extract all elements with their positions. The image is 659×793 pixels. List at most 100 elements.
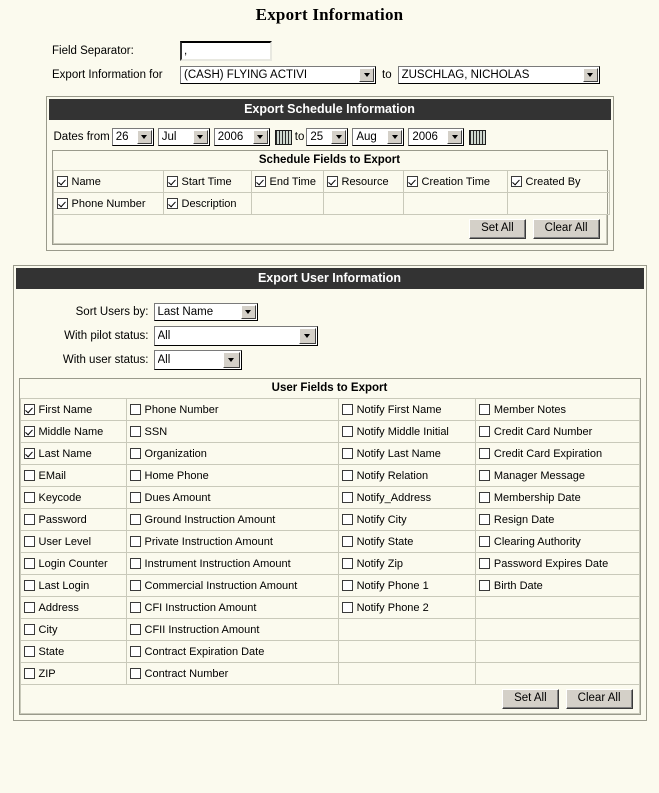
field-checkbox[interactable] [478, 470, 490, 481]
field-cell[interactable]: Notify Phone 1 [337, 574, 476, 597]
field-cell[interactable]: Contract Number [125, 662, 339, 685]
field-cell[interactable]: Notify Phone 2 [337, 596, 476, 619]
field-cell[interactable]: Notify Relation [337, 464, 476, 487]
schedule-clear-all-button[interactable]: Clear All [532, 219, 600, 239]
field-checkbox[interactable] [478, 536, 490, 547]
field-checkbox[interactable] [129, 426, 141, 437]
field-checkbox[interactable] [129, 602, 141, 613]
field-checkbox[interactable] [23, 602, 35, 613]
field-checkbox[interactable] [478, 404, 490, 415]
field-checkbox[interactable] [341, 602, 353, 613]
user-status-select[interactable]: All [153, 350, 242, 370]
from-year-select[interactable]: 2006 [213, 128, 270, 146]
field-cell[interactable]: First Name [19, 398, 127, 421]
field-cell[interactable]: Resign Date [474, 508, 640, 531]
field-checkbox[interactable] [478, 514, 490, 525]
field-cell[interactable]: Password Expires Date [474, 552, 640, 575]
field-checkbox[interactable] [341, 426, 353, 437]
field-cell[interactable]: Membership Date [474, 486, 640, 509]
field-checkbox[interactable] [23, 404, 35, 415]
field-checkbox[interactable] [129, 558, 141, 569]
field-checkbox[interactable] [23, 514, 35, 525]
field-cell[interactable]: End Time [250, 170, 324, 193]
field-checkbox[interactable] [341, 558, 353, 569]
field-cell[interactable]: Phone Number [52, 192, 164, 215]
field-checkbox[interactable] [341, 514, 353, 525]
field-checkbox[interactable] [341, 448, 353, 459]
field-checkbox[interactable] [129, 536, 141, 547]
field-cell[interactable]: State [19, 640, 127, 663]
field-cell[interactable]: User Level [19, 530, 127, 553]
field-cell[interactable]: SSN [125, 420, 339, 443]
field-cell[interactable]: Name [52, 170, 164, 193]
field-checkbox[interactable] [23, 492, 35, 503]
field-checkbox[interactable] [478, 448, 490, 459]
to-day-select[interactable]: 25 [306, 128, 349, 146]
field-checkbox[interactable] [166, 176, 178, 187]
field-checkbox[interactable] [56, 176, 68, 187]
user-clear-all-button[interactable]: Clear All [565, 689, 633, 709]
sort-users-select[interactable]: Last Name [153, 303, 258, 321]
schedule-set-all-button[interactable]: Set All [469, 219, 526, 239]
field-checkbox[interactable] [326, 176, 338, 187]
field-cell[interactable]: Manager Message [474, 464, 640, 487]
field-checkbox[interactable] [478, 492, 490, 503]
field-checkbox[interactable] [129, 470, 141, 481]
field-checkbox[interactable] [129, 448, 141, 459]
field-cell[interactable]: Notify First Name [337, 398, 476, 421]
field-cell[interactable]: Notify Zip [337, 552, 476, 575]
field-checkbox[interactable] [341, 470, 353, 481]
field-checkbox[interactable] [23, 580, 35, 591]
field-cell[interactable]: Organization [125, 442, 339, 465]
field-cell[interactable]: Keycode [19, 486, 127, 509]
field-cell[interactable]: Birth Date [474, 574, 640, 597]
field-cell[interactable]: Start Time [162, 170, 252, 193]
field-cell[interactable]: Dues Amount [125, 486, 339, 509]
field-cell[interactable]: ZIP [19, 662, 127, 685]
field-cell[interactable]: Created By [506, 170, 610, 193]
field-checkbox[interactable] [129, 492, 141, 503]
from-day-select[interactable]: 26 [111, 128, 154, 146]
field-checkbox[interactable] [341, 580, 353, 591]
field-checkbox[interactable] [341, 404, 353, 415]
field-cell[interactable]: Notify_Address [337, 486, 476, 509]
user-set-all-button[interactable]: Set All [502, 689, 559, 709]
field-cell[interactable]: Notify Middle Initial [337, 420, 476, 443]
field-checkbox[interactable] [23, 646, 35, 657]
field-cell[interactable]: Private Instruction Amount [125, 530, 339, 553]
field-cell[interactable]: Login Counter [19, 552, 127, 575]
field-cell[interactable]: Resource [322, 170, 404, 193]
field-cell[interactable]: Credit Card Expiration [474, 442, 640, 465]
export-from-select[interactable]: (CASH) FLYING ACTIVI [180, 66, 376, 84]
field-cell[interactable]: Instrument Instruction Amount [125, 552, 339, 575]
field-checkbox[interactable] [166, 198, 178, 209]
field-cell[interactable]: City [19, 618, 127, 641]
field-checkbox[interactable] [23, 624, 35, 635]
field-checkbox[interactable] [23, 558, 35, 569]
field-checkbox[interactable] [341, 536, 353, 547]
field-cell[interactable]: Notify State [337, 530, 476, 553]
field-checkbox[interactable] [478, 580, 490, 591]
to-year-select[interactable]: 2006 [408, 128, 465, 146]
field-checkbox[interactable] [23, 448, 35, 459]
field-cell[interactable]: Notify City [337, 508, 476, 531]
field-cell[interactable]: EMail [19, 464, 127, 487]
to-month-select[interactable]: Aug [352, 128, 405, 146]
calendar-icon[interactable] [274, 129, 292, 145]
field-cell[interactable]: Description [162, 192, 252, 215]
field-checkbox[interactable] [129, 580, 141, 591]
field-cell[interactable]: Commercial Instruction Amount [125, 574, 339, 597]
field-cell[interactable]: Notify Last Name [337, 442, 476, 465]
field-cell[interactable]: Credit Card Number [474, 420, 640, 443]
field-cell[interactable]: CFII Instruction Amount [125, 618, 339, 641]
calendar-icon[interactable] [469, 129, 487, 145]
field-separator-input[interactable] [180, 41, 272, 61]
field-cell[interactable]: Last Name [19, 442, 127, 465]
field-checkbox[interactable] [56, 198, 68, 209]
field-checkbox[interactable] [23, 536, 35, 547]
field-checkbox[interactable] [478, 558, 490, 569]
field-checkbox[interactable] [129, 646, 141, 657]
field-cell[interactable]: Contract Expiration Date [125, 640, 339, 663]
field-cell[interactable]: CFI Instruction Amount [125, 596, 339, 619]
field-checkbox[interactable] [478, 426, 490, 437]
